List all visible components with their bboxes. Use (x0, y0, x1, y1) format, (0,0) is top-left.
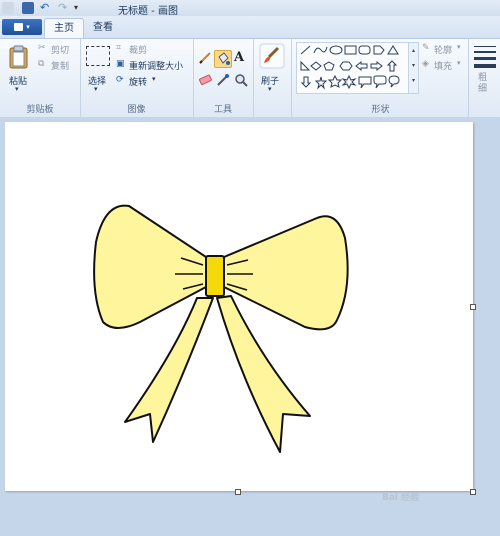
text-tool-icon[interactable]: A (234, 50, 248, 66)
cut-label: 剪切 (51, 46, 70, 56)
size-button[interactable]: 粗细 (472, 43, 499, 98)
outline-button[interactable]: ✎ 轮廓 ▾ (422, 43, 467, 56)
chevron-down-icon: ▾ (152, 75, 156, 83)
select-icon (86, 46, 110, 66)
save-icon[interactable] (22, 2, 34, 14)
cut-button[interactable]: ✂ 剪切 (38, 43, 78, 56)
resize-icon: ▣ (116, 59, 125, 69)
redo-icon[interactable]: ↷ (58, 2, 70, 14)
shapes-scroll[interactable]: ▴ ▾ ▾ (408, 42, 419, 94)
fill-label: 填充 (434, 62, 453, 72)
paint-menu-button[interactable]: ▾ (2, 19, 42, 35)
shapes-gallery (296, 42, 410, 94)
fill-icon: ◈ (422, 59, 429, 69)
menu-icon (14, 23, 24, 31)
select-button[interactable]: 选择 ▾ (84, 43, 112, 93)
clipboard-group: 粘贴 ▾ ✂ 剪切 ⧉ 复制 剪贴板 (0, 39, 81, 117)
customize-quick-access-icon[interactable]: ▾ (74, 2, 86, 14)
crop-button[interactable]: ⌗ 裁剪 (116, 43, 191, 56)
window-title: 无标题 - 画图 (118, 6, 178, 17)
image-group-label: 图像 (127, 105, 146, 115)
pencil-icon[interactable] (198, 51, 212, 65)
outline-icon: ✎ (422, 43, 430, 53)
size-line-icon (474, 64, 496, 68)
chevron-down-icon: ▾ (26, 23, 30, 31)
paste-button[interactable]: 粘贴 ▾ (4, 43, 34, 93)
shapes-gallery-icons (300, 45, 400, 90)
size-line-icon (474, 51, 496, 53)
rotate-button[interactable]: ⟳ 旋转 ▾ (116, 75, 191, 88)
size-group: 粗细 (470, 39, 500, 117)
ribbon: 粘贴 ▾ ✂ 剪切 ⧉ 复制 剪贴板 选择 ▾ ⌗ 裁剪 ▣ 重新调整大小 ⟳ … (0, 38, 500, 118)
image-group: 选择 ▾ ⌗ 裁剪 ▣ 重新调整大小 ⟳ 旋转 ▾ 图像 (80, 39, 194, 117)
drawing-canvas[interactable] (5, 122, 473, 491)
bow-loop-left (93, 204, 207, 329)
shapes-group: ▴ ▾ ▾ ✎ 轮廓 ▾ ◈ 填充 ▾ 形状 (293, 39, 469, 117)
bow-loop-right (223, 215, 349, 331)
tools-group-label: 工具 (213, 105, 232, 115)
rotate-icon: ⟳ (116, 75, 124, 85)
crop-icon: ⌗ (116, 43, 122, 53)
canvas-area (0, 117, 500, 536)
brushes-button[interactable]: 刷子 ▾ (257, 43, 287, 93)
color-picker-icon[interactable] (216, 73, 230, 87)
chevron-down-icon: ▾ (457, 43, 461, 51)
tools-group: A 工具 (193, 39, 254, 117)
magnifier-icon[interactable] (234, 73, 248, 87)
outline-label: 轮廓 (434, 46, 453, 56)
copy-button[interactable]: ⧉ 复制 (38, 59, 78, 72)
copy-label: 复制 (51, 62, 70, 72)
ribbon-tabs: ▾ 主页 查看 (0, 16, 500, 39)
eraser-icon[interactable] (198, 73, 212, 87)
scissors-icon: ✂ (38, 43, 46, 53)
title-bar: ↶ ↷ ▾ 无标题 - 画图 (0, 0, 500, 17)
chevron-down-icon: ▾ (15, 85, 19, 93)
undo-icon[interactable]: ↶ (40, 2, 52, 14)
size-line-icon (474, 46, 496, 47)
fill-button[interactable]: ◈ 填充 ▾ (422, 59, 467, 72)
resize-handle-right[interactable] (470, 304, 476, 310)
crop-label: 裁剪 (129, 46, 148, 56)
bow-drawing (93, 204, 349, 453)
chevron-down-icon: ▾ (457, 59, 461, 67)
paste-icon (9, 45, 28, 69)
resize-handle-corner[interactable] (470, 489, 476, 495)
bow-knot (205, 255, 225, 297)
watermark: Bai 经验 (382, 493, 420, 503)
tab-home[interactable]: 主页 (44, 18, 84, 39)
fill-bucket-icon[interactable] (214, 50, 232, 68)
paint-app-icon[interactable] (2, 2, 14, 14)
rotate-label: 旋转 (129, 78, 148, 88)
chevron-down-icon: ▾ (268, 85, 272, 93)
resize-button[interactable]: ▣ 重新调整大小 (116, 59, 191, 72)
clipboard-group-label: 剪贴板 (26, 105, 54, 115)
shapes-group-label: 形状 (371, 105, 390, 115)
resize-handle-bottom[interactable] (235, 489, 241, 495)
size-line-icon (474, 57, 496, 60)
brush-icon (259, 43, 285, 69)
chevron-down-icon: ▾ (94, 85, 98, 93)
brushes-group: 刷子 ▾ (253, 39, 292, 117)
tab-view[interactable]: 查看 (84, 18, 122, 38)
copy-icon: ⧉ (38, 59, 45, 69)
resize-label: 重新调整大小 (129, 62, 184, 72)
size-label: 粗细 (478, 73, 488, 94)
